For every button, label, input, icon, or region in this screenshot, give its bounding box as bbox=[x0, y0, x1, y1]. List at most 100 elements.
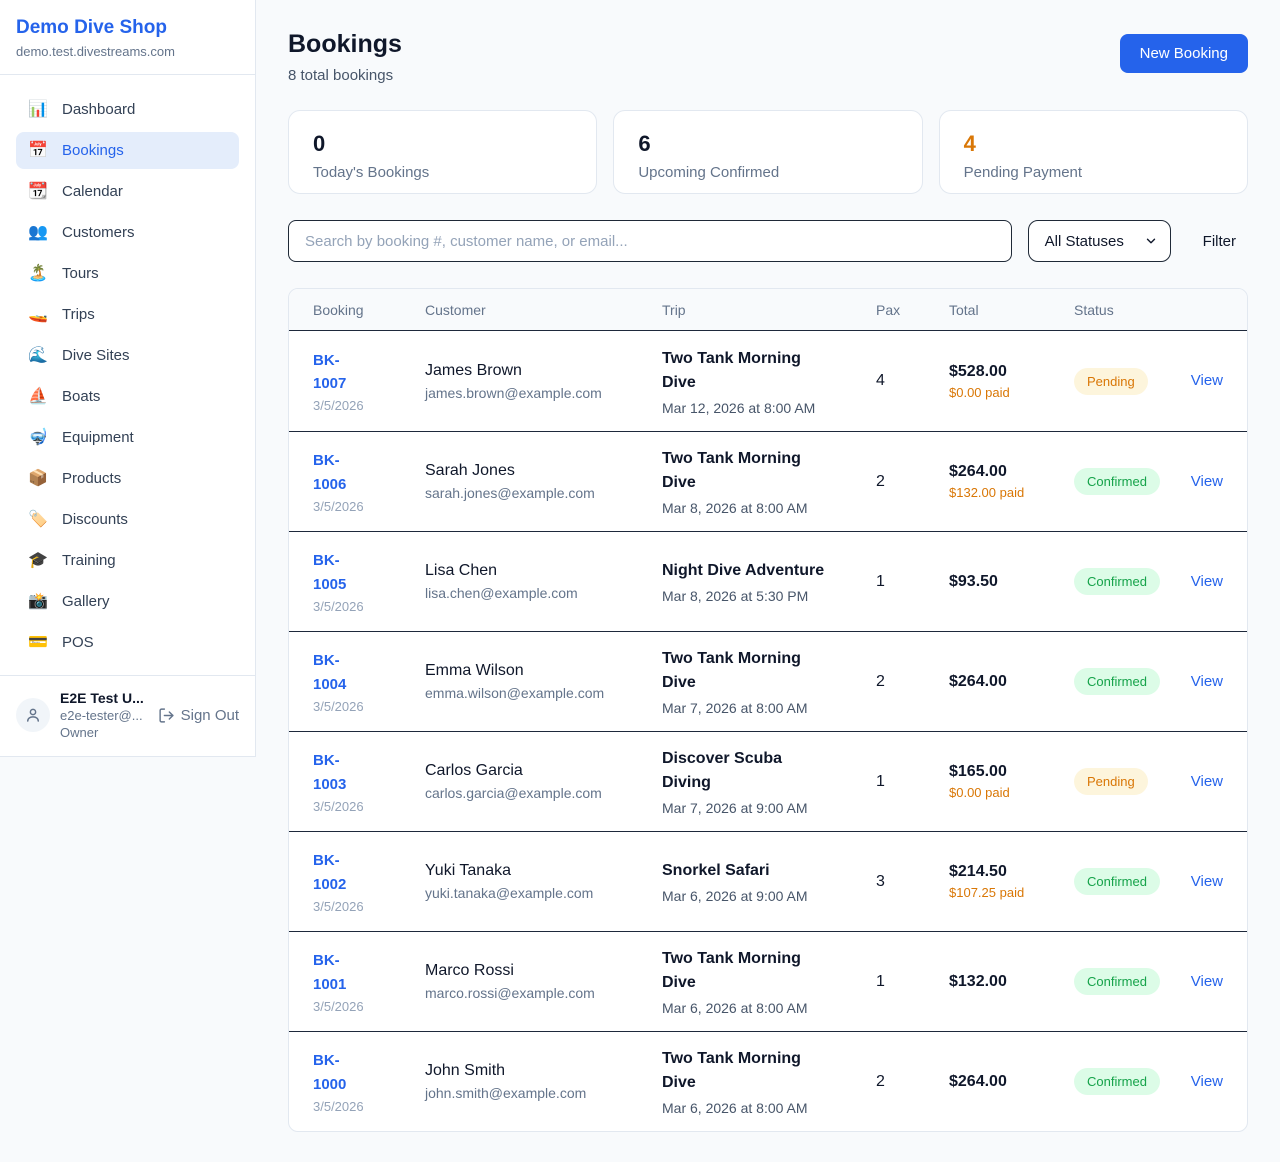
customer-name: James Brown bbox=[425, 362, 662, 380]
pax-count: 2 bbox=[876, 473, 949, 491]
sidebar-item-label: POS bbox=[62, 634, 94, 651]
sidebar-item-dive-sites[interactable]: 🌊 Dive Sites bbox=[16, 337, 239, 374]
view-link[interactable]: View bbox=[1191, 473, 1223, 490]
sidebar-item-tours[interactable]: 🏝️ Tours bbox=[16, 255, 239, 292]
total-amount: $528.00 bbox=[949, 363, 1074, 381]
diving-mask-icon: 🤿 bbox=[28, 430, 48, 446]
view-link[interactable]: View bbox=[1191, 573, 1223, 590]
sidebar-item-label: Tours bbox=[62, 265, 99, 282]
trip-datetime: Mar 8, 2026 at 8:00 AM bbox=[662, 500, 876, 516]
trip-datetime: Mar 6, 2026 at 9:00 AM bbox=[662, 888, 876, 904]
sidebar-item-customers[interactable]: 👥 Customers bbox=[16, 214, 239, 251]
trip-datetime: Mar 7, 2026 at 8:00 AM bbox=[662, 700, 876, 716]
booking-id-link[interactable]: BK-1001 bbox=[313, 949, 369, 996]
total-cell: $264.00 bbox=[949, 1073, 1074, 1091]
column-header-pax: Pax bbox=[876, 302, 949, 318]
total-amount: $214.50 bbox=[949, 863, 1074, 881]
booking-id-link[interactable]: BK-1004 bbox=[313, 649, 369, 696]
stat-label: Today's Bookings bbox=[313, 164, 572, 181]
booking-date: 3/5/2026 bbox=[313, 599, 425, 614]
status-filter-select[interactable]: All Statuses bbox=[1028, 220, 1171, 262]
total-amount: $93.50 bbox=[949, 573, 1074, 591]
wave-icon: 🌊 bbox=[28, 348, 48, 364]
customer-email: emma.wilson@example.com bbox=[425, 685, 662, 701]
sidebar-item-label: Dashboard bbox=[62, 101, 135, 118]
table-row: BK-1004 3/5/2026 Emma Wilson emma.wilson… bbox=[289, 631, 1247, 731]
sign-out-label: Sign Out bbox=[181, 707, 239, 724]
sidebar-item-trips[interactable]: 🚤 Trips bbox=[16, 296, 239, 333]
search-input[interactable] bbox=[288, 220, 1012, 262]
sidebar-item-equipment[interactable]: 🤿 Equipment bbox=[16, 419, 239, 456]
customer-cell: Sarah Jones sarah.jones@example.com bbox=[425, 462, 662, 501]
view-link[interactable]: View bbox=[1191, 773, 1223, 790]
sidebar-item-pos[interactable]: 💳 POS bbox=[16, 624, 239, 661]
total-amount: $264.00 bbox=[949, 673, 1074, 691]
status-badge: Confirmed bbox=[1074, 1068, 1160, 1095]
booking-date: 3/5/2026 bbox=[313, 999, 425, 1014]
stat-card-pending-payment: 4 Pending Payment bbox=[939, 110, 1248, 194]
sidebar-item-gallery[interactable]: 📸 Gallery bbox=[16, 583, 239, 620]
trip-name: Two Tank Morning Dive bbox=[662, 447, 830, 495]
actions-cell: View bbox=[1186, 1073, 1223, 1091]
view-link[interactable]: View bbox=[1191, 973, 1223, 990]
sidebar-item-label: Equipment bbox=[62, 429, 134, 446]
column-header-trip: Trip bbox=[662, 302, 876, 318]
column-header-booking: Booking bbox=[313, 302, 425, 318]
avatar bbox=[16, 698, 50, 732]
booking-id-link[interactable]: BK-1006 bbox=[313, 449, 369, 496]
sidebar-item-dashboard[interactable]: 📊 Dashboard bbox=[16, 91, 239, 128]
booking-id-link[interactable]: BK-1005 bbox=[313, 549, 369, 596]
total-cell: $165.00 $0.00 paid bbox=[949, 763, 1074, 800]
shop-name: Demo Dive Shop bbox=[16, 17, 239, 39]
total-cell: $528.00 $0.00 paid bbox=[949, 363, 1074, 400]
sidebar-item-boats[interactable]: ⛵ Boats bbox=[16, 378, 239, 415]
new-booking-button[interactable]: New Booking bbox=[1120, 34, 1248, 73]
status-badge: Pending bbox=[1074, 768, 1148, 795]
status-badge: Confirmed bbox=[1074, 568, 1160, 595]
view-link[interactable]: View bbox=[1191, 673, 1223, 690]
view-link[interactable]: View bbox=[1191, 873, 1223, 890]
status-badge: Confirmed bbox=[1074, 868, 1160, 895]
customer-email: yuki.tanaka@example.com bbox=[425, 885, 662, 901]
tear-off-calendar-icon: 📆 bbox=[28, 184, 48, 200]
island-icon: 🏝️ bbox=[28, 266, 48, 282]
table-header-row: Booking Customer Trip Pax Total Status bbox=[289, 289, 1247, 331]
status-cell: Confirmed bbox=[1074, 1068, 1186, 1095]
stat-card-upcoming-confirmed: 6 Upcoming Confirmed bbox=[613, 110, 922, 194]
filter-button[interactable]: Filter bbox=[1191, 225, 1248, 258]
sidebar-item-products[interactable]: 📦 Products bbox=[16, 460, 239, 497]
page-title-block: Bookings 8 total bookings bbox=[288, 30, 402, 84]
sidebar-item-calendar[interactable]: 📆 Calendar bbox=[16, 173, 239, 210]
view-link[interactable]: View bbox=[1191, 372, 1223, 389]
view-link[interactable]: View bbox=[1191, 1073, 1223, 1090]
status-filter-value: All Statuses bbox=[1045, 233, 1124, 250]
sidebar-item-label: Dive Sites bbox=[62, 347, 130, 364]
trip-name: Two Tank Morning Dive bbox=[662, 347, 830, 395]
booking-cell: BK-1002 3/5/2026 bbox=[313, 849, 425, 914]
sidebar-item-bookings[interactable]: 📅 Bookings bbox=[16, 132, 239, 169]
sidebar-item-discounts[interactable]: 🏷️ Discounts bbox=[16, 501, 239, 538]
booking-id-link[interactable]: BK-1003 bbox=[313, 749, 369, 796]
paid-amount: $107.25 paid bbox=[949, 885, 1039, 900]
trip-cell: Two Tank Morning Dive Mar 6, 2026 at 8:0… bbox=[662, 947, 876, 1016]
sign-out-button[interactable]: Sign Out bbox=[158, 707, 239, 724]
column-header-status: Status bbox=[1074, 302, 1186, 318]
total-cell: $93.50 bbox=[949, 573, 1074, 591]
booking-cell: BK-1003 3/5/2026 bbox=[313, 749, 425, 814]
booking-id-link[interactable]: BK-1000 bbox=[313, 1049, 369, 1096]
person-icon bbox=[24, 706, 42, 724]
actions-cell: View bbox=[1186, 773, 1223, 791]
user-block: E2E Test U... e2e-tester@... Owner Sign … bbox=[0, 675, 255, 756]
user-role: Owner bbox=[60, 725, 148, 740]
trip-name: Two Tank Morning Dive bbox=[662, 647, 830, 695]
sidebar-item-training[interactable]: 🎓 Training bbox=[16, 542, 239, 579]
sidebar-item-label: Calendar bbox=[62, 183, 123, 200]
table-row: BK-1005 3/5/2026 Lisa Chen lisa.chen@exa… bbox=[289, 531, 1247, 631]
customer-cell: Carlos Garcia carlos.garcia@example.com bbox=[425, 762, 662, 801]
trip-datetime: Mar 7, 2026 at 9:00 AM bbox=[662, 800, 876, 816]
actions-cell: View bbox=[1186, 573, 1223, 591]
booking-id-link[interactable]: BK-1002 bbox=[313, 849, 369, 896]
booking-id-link[interactable]: BK-1007 bbox=[313, 349, 369, 396]
total-cell: $264.00 bbox=[949, 673, 1074, 691]
table-row: BK-1000 3/5/2026 John Smith john.smith@e… bbox=[289, 1031, 1247, 1131]
